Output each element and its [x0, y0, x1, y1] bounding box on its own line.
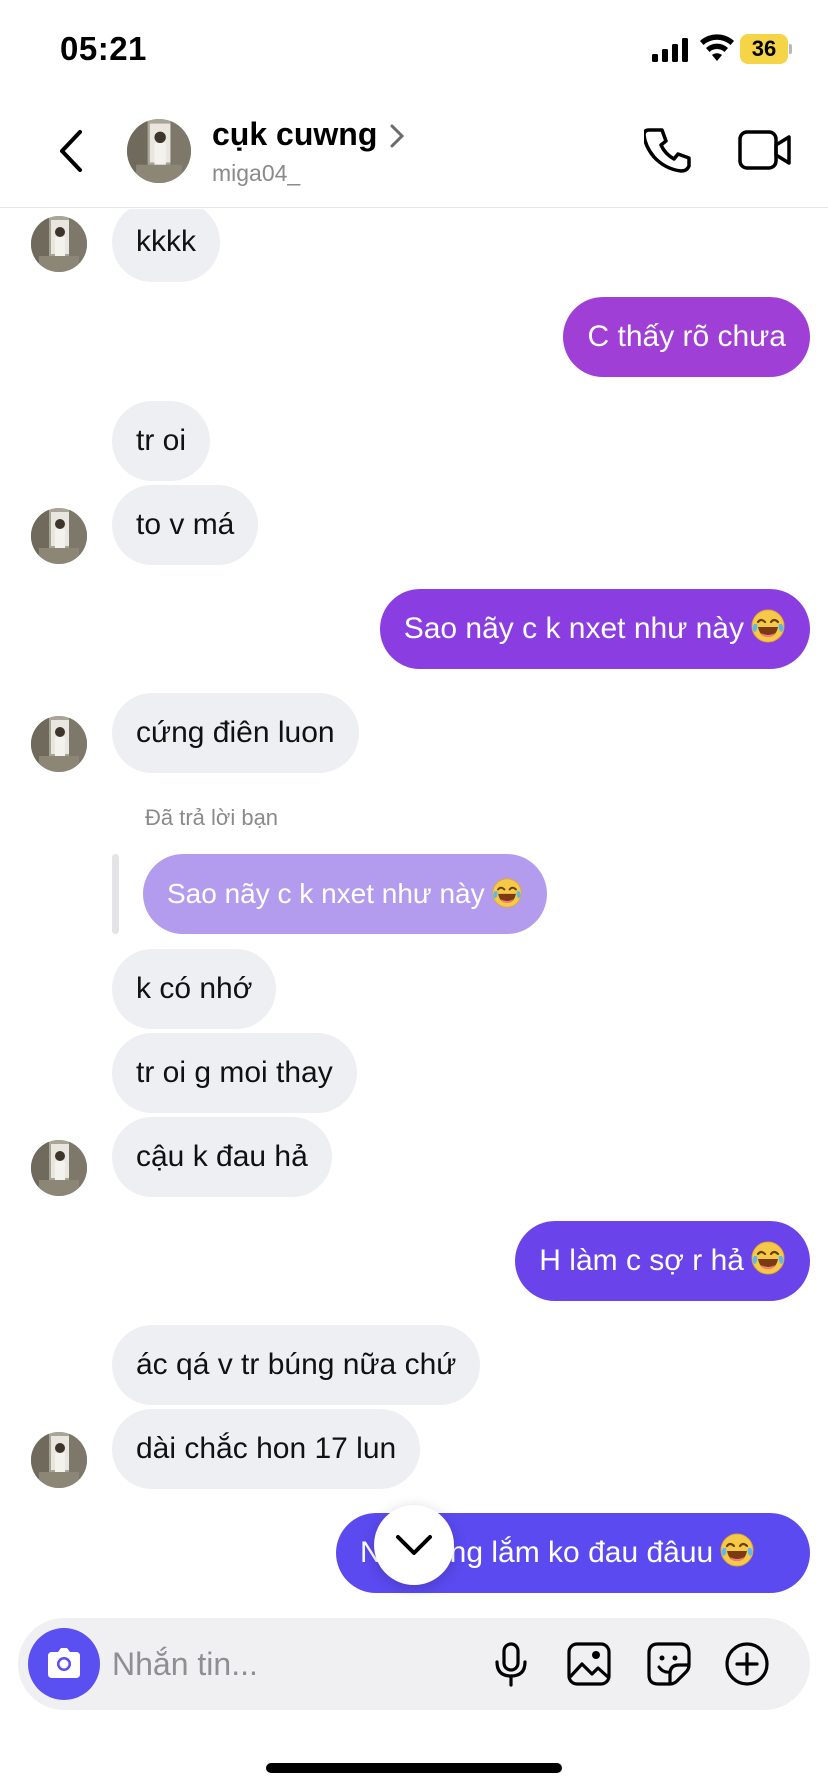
outgoing-message[interactable]: C thấy rõ chưa	[563, 297, 810, 377]
avatar[interactable]	[31, 216, 87, 272]
gallery-icon[interactable]	[566, 1641, 612, 1687]
outgoing-message[interactable]: Sao nãy c k nxet như này	[379, 589, 810, 669]
incoming-message[interactable]: ác qá v tr búng nữa chứ	[112, 1325, 481, 1405]
scroll-to-bottom-button[interactable]	[374, 1505, 454, 1585]
incoming-message[interactable]: to v má	[112, 485, 259, 565]
contact-handle: miga04_	[212, 160, 301, 186]
incoming-message[interactable]: dài chắc hon 17 lun	[112, 1409, 421, 1489]
avatar[interactable]	[31, 716, 87, 772]
status-time: 05:21	[60, 30, 147, 67]
status-bar: 05:21 36	[0, 0, 828, 100]
message-list[interactable]: kkkk C thấy rõ chưa tr oi to v má Sao nã…	[0, 209, 828, 1609]
message-composer[interactable]: Nhắn tin...	[18, 1618, 810, 1710]
incoming-message[interactable]: tr oi g moi thay	[112, 1033, 357, 1113]
battery-indicator: 36	[740, 34, 792, 64]
wifi-icon	[700, 34, 734, 61]
message-input[interactable]: Nhắn tin...	[112, 1618, 258, 1710]
laugh-cry-emoji	[750, 608, 786, 644]
avatar[interactable]	[31, 508, 87, 564]
incoming-message[interactable]: tr oi	[112, 401, 211, 481]
quoted-message[interactable]: Sao nãy c k nxet như này	[143, 854, 547, 934]
mic-icon[interactable]	[494, 1642, 528, 1688]
avatar[interactable]	[31, 1432, 87, 1488]
contact-name[interactable]: cụk cuwng	[212, 116, 377, 153]
outgoing-message[interactable]: H làm c sợ r hả	[515, 1221, 810, 1301]
chat-header: cụk cuwng miga04_	[0, 100, 828, 208]
laugh-cry-emoji	[750, 1240, 786, 1276]
home-indicator	[266, 1763, 562, 1773]
cellular-signal-icon	[652, 38, 688, 62]
contact-avatar[interactable]	[127, 119, 191, 183]
back-icon[interactable]	[52, 126, 92, 176]
plus-icon[interactable]	[724, 1641, 770, 1687]
laugh-cry-emoji	[491, 877, 523, 909]
incoming-message[interactable]: cậu k đau hả	[112, 1117, 332, 1197]
reply-label: Đã trả lời bạn	[145, 805, 279, 830]
incoming-message[interactable]: cứng điên luon	[112, 693, 359, 773]
camera-button[interactable]	[28, 1628, 100, 1700]
battery-percent: 36	[751, 36, 777, 61]
incoming-message[interactable]: kkkk	[112, 209, 220, 282]
avatar[interactable]	[31, 1140, 87, 1196]
camera-icon	[48, 1648, 80, 1678]
chevron-down-icon	[396, 1535, 432, 1555]
chevron-right-icon[interactable]	[388, 122, 406, 150]
laugh-cry-emoji	[719, 1532, 755, 1568]
reply-bar	[112, 854, 119, 934]
sticker-icon[interactable]	[646, 1641, 692, 1687]
phone-icon[interactable]	[644, 126, 692, 176]
video-icon[interactable]	[738, 128, 792, 172]
incoming-message[interactable]: k có nhớ	[112, 949, 277, 1029]
